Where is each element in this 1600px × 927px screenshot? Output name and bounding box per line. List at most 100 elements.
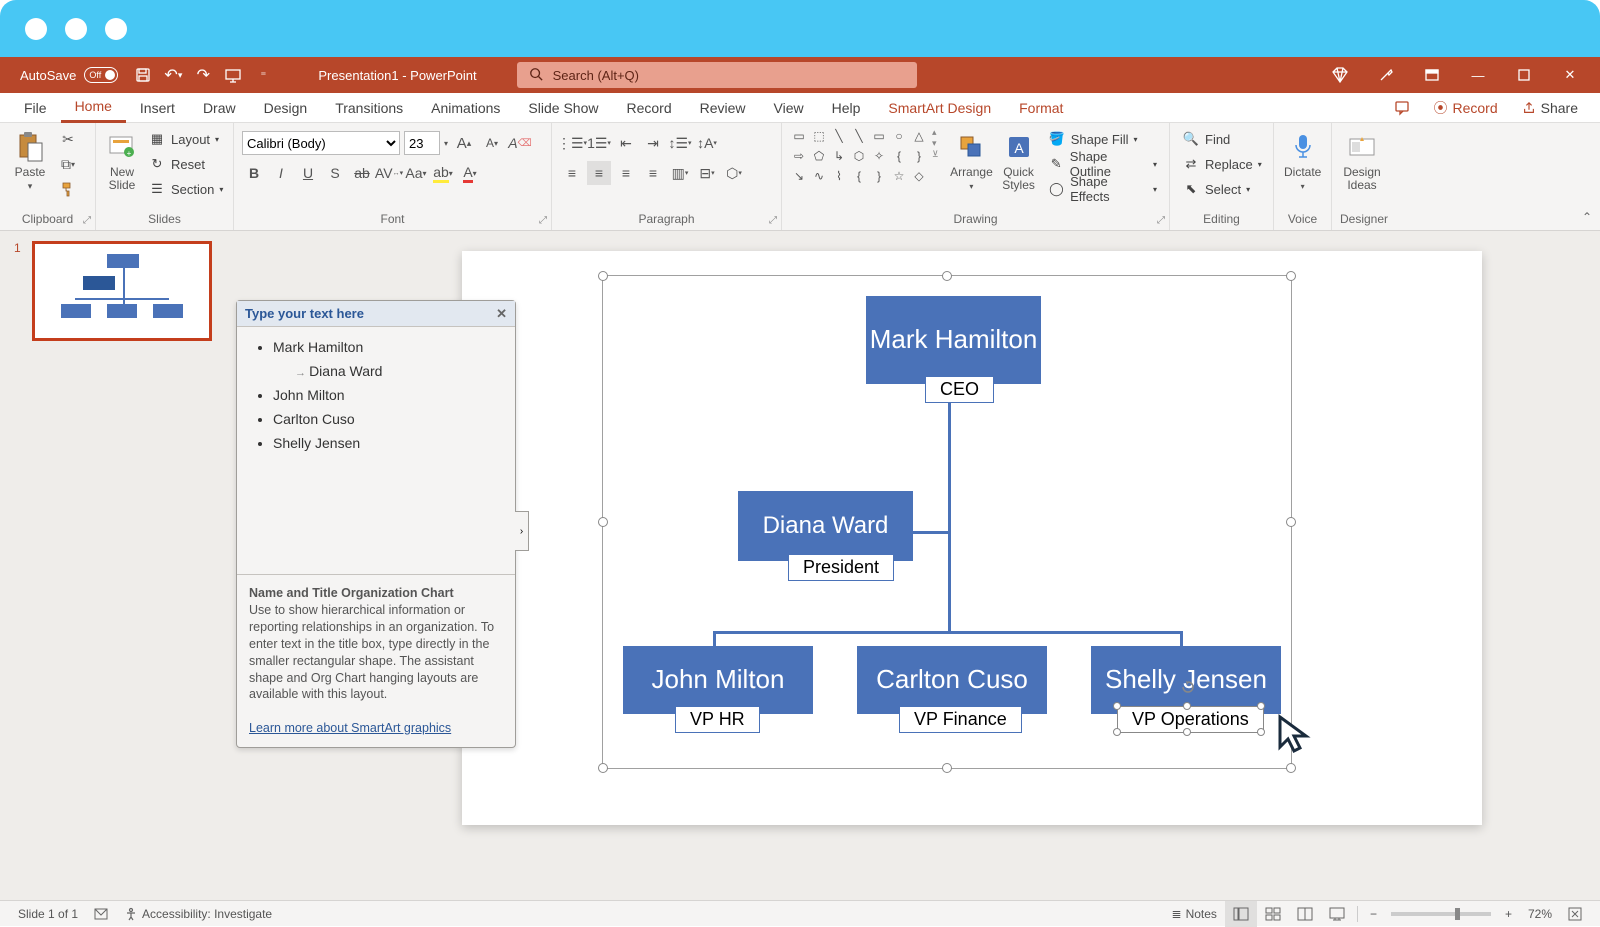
cut-button[interactable]: ✂ (56, 127, 80, 151)
org-box-ceo[interactable]: Mark Hamilton (866, 296, 1041, 384)
line-spacing-button[interactable]: ↕☰▾ (668, 131, 692, 155)
dictate-button[interactable]: Dictate▾ (1282, 127, 1323, 196)
traffic-zoom[interactable] (105, 18, 127, 40)
diamond-icon[interactable] (1320, 60, 1360, 90)
shape-fill-button[interactable]: 🪣Shape Fill▾ (1044, 127, 1161, 151)
change-case-button[interactable]: Aa▾ (404, 161, 428, 185)
org-box-vpfinance[interactable]: Carlton Cuso (857, 646, 1047, 714)
section-button[interactable]: ☰Section▾ (144, 177, 227, 201)
drawing-launcher-icon[interactable]: ⤢ (1157, 215, 1165, 226)
autosave-toggle[interactable]: AutoSave Off (10, 65, 128, 85)
text-pane-collapse-icon[interactable]: › (515, 511, 529, 551)
list-item[interactable]: John Milton (273, 383, 503, 407)
text-pane-list[interactable]: Mark Hamilton Diana Ward John Milton Car… (237, 327, 515, 574)
share-button[interactable]: Share (1510, 95, 1590, 121)
tab-draw[interactable]: Draw (189, 93, 250, 123)
org-box-president[interactable]: Diana Ward (738, 491, 913, 561)
tab-design[interactable]: Design (250, 93, 322, 123)
from-beginning-icon[interactable] (218, 60, 248, 90)
clipboard-launcher-icon[interactable]: ⤢ (83, 215, 91, 226)
slide-thumbnail-1[interactable] (32, 241, 212, 341)
shape-outline-button[interactable]: ✎Shape Outline▾ (1044, 152, 1161, 176)
fit-to-window-icon[interactable] (1560, 901, 1590, 927)
list-item[interactable]: Shelly Jensen (273, 431, 503, 455)
font-size-dropdown[interactable]: ▾ (444, 139, 448, 148)
decrease-indent-button[interactable]: ⇤ (614, 131, 638, 155)
bullets-button[interactable]: ⋮☰▾ (560, 131, 584, 155)
rotate-handle-icon[interactable] (1182, 680, 1194, 692)
justify-button[interactable]: ≡ (641, 161, 665, 185)
window-minimize[interactable]: — (1458, 60, 1498, 90)
zoom-slider[interactable] (1391, 912, 1491, 916)
zoom-in-button[interactable]: + (1497, 901, 1520, 927)
ribbon-collapse-icon[interactable]: ⌃ (1582, 210, 1592, 224)
smartart-text-pane[interactable]: Type your text here ✕ Mark Hamilton Dian… (236, 300, 516, 748)
ribbon-display-icon[interactable] (1412, 60, 1452, 90)
learn-more-link[interactable]: Learn more about SmartArt graphics (249, 721, 451, 735)
language-icon[interactable] (86, 901, 116, 927)
select-button[interactable]: ⬉Select▾ (1178, 177, 1266, 201)
arrange-button[interactable]: Arrange▾ (949, 127, 993, 196)
align-right-button[interactable]: ≡ (614, 161, 638, 185)
highlight-button[interactable]: ab▾ (431, 161, 455, 185)
shapes-more-icon[interactable]: ⊻ (932, 149, 945, 160)
find-button[interactable]: 🔍Find (1178, 127, 1266, 151)
reading-view-icon[interactable] (1289, 901, 1321, 927)
align-left-button[interactable]: ≡ (560, 161, 584, 185)
align-center-button[interactable]: ≡ (587, 161, 611, 185)
paragraph-launcher-icon[interactable]: ⤢ (769, 215, 777, 226)
bold-button[interactable]: B (242, 161, 266, 185)
font-name-select[interactable]: Calibri (Body) (242, 131, 400, 155)
shapes-down-icon[interactable]: ▾ (932, 138, 945, 149)
list-item[interactable]: Diana Ward (295, 359, 503, 383)
normal-view-icon[interactable] (1225, 901, 1257, 927)
format-painter-button[interactable] (56, 177, 80, 201)
tab-file[interactable]: File (10, 93, 61, 123)
character-spacing-button[interactable]: AV↔▾ (377, 161, 401, 185)
traffic-close[interactable] (25, 18, 47, 40)
numbering-button[interactable]: 1☰▾ (587, 131, 611, 155)
clear-formatting-icon[interactable]: A⌫ (508, 131, 532, 155)
org-title-ceo[interactable]: CEO (925, 376, 994, 403)
columns-button[interactable]: ▥▾ (668, 161, 692, 185)
org-title-vpfinance[interactable]: VP Finance (899, 706, 1022, 733)
tab-insert[interactable]: Insert (126, 93, 189, 123)
notes-button[interactable]: ≣ Notes (1164, 901, 1225, 927)
qat-customize-icon[interactable]: ⁼ (248, 60, 278, 90)
copy-button[interactable]: ⧉▾ (56, 152, 80, 176)
accessibility-button[interactable]: Accessibility: Investigate (116, 901, 280, 927)
font-size-input[interactable] (404, 131, 440, 155)
shapes-up-icon[interactable]: ▴ (932, 127, 945, 138)
tab-home[interactable]: Home (61, 93, 126, 123)
shapes-gallery[interactable]: ▭⬚╲╲▭○△ ⇨⬠↳⬡✧{} ↘∿⌇{}☆◇ (790, 127, 928, 185)
window-maximize[interactable] (1504, 60, 1544, 90)
new-slide-button[interactable]: + New Slide (104, 127, 140, 196)
list-item[interactable]: Carlton Cuso (273, 407, 503, 431)
design-ideas-button[interactable]: Design Ideas (1340, 127, 1384, 196)
text-direction-button[interactable]: ↕A▾ (695, 131, 719, 155)
increase-font-icon[interactable]: A▴ (452, 131, 476, 155)
italic-button[interactable]: I (269, 161, 293, 185)
smartart-selection-frame[interactable]: Mark Hamilton CEO Diana Ward President J… (602, 275, 1292, 769)
quick-styles-button[interactable]: A Quick Styles (997, 127, 1039, 196)
underline-button[interactable]: U (296, 161, 320, 185)
tab-transitions[interactable]: Transitions (321, 93, 417, 123)
paste-button[interactable]: Paste▾ (8, 127, 52, 196)
slide-canvas[interactable]: Mark Hamilton CEO Diana Ward President J… (462, 251, 1482, 825)
tab-record[interactable]: Record (612, 93, 685, 123)
tab-slideshow[interactable]: Slide Show (514, 93, 612, 123)
decrease-font-icon[interactable]: A▾ (480, 131, 504, 155)
increase-indent-button[interactable]: ⇥ (641, 131, 665, 155)
smartart-convert-button[interactable]: ⬡▾ (722, 161, 746, 185)
strikethrough-button[interactable]: ab (350, 161, 374, 185)
reset-button[interactable]: ↻Reset (144, 152, 227, 176)
tab-view[interactable]: View (760, 93, 818, 123)
font-color-button[interactable]: A▾ (458, 161, 482, 185)
slide-counter[interactable]: Slide 1 of 1 (10, 901, 86, 927)
window-close[interactable]: ✕ (1550, 60, 1590, 90)
redo-icon[interactable]: ↷ (188, 60, 218, 90)
save-icon[interactable] (128, 60, 158, 90)
tab-review[interactable]: Review (686, 93, 760, 123)
list-item[interactable]: Mark Hamilton (273, 335, 503, 359)
text-pane-close-icon[interactable]: ✕ (496, 306, 507, 322)
